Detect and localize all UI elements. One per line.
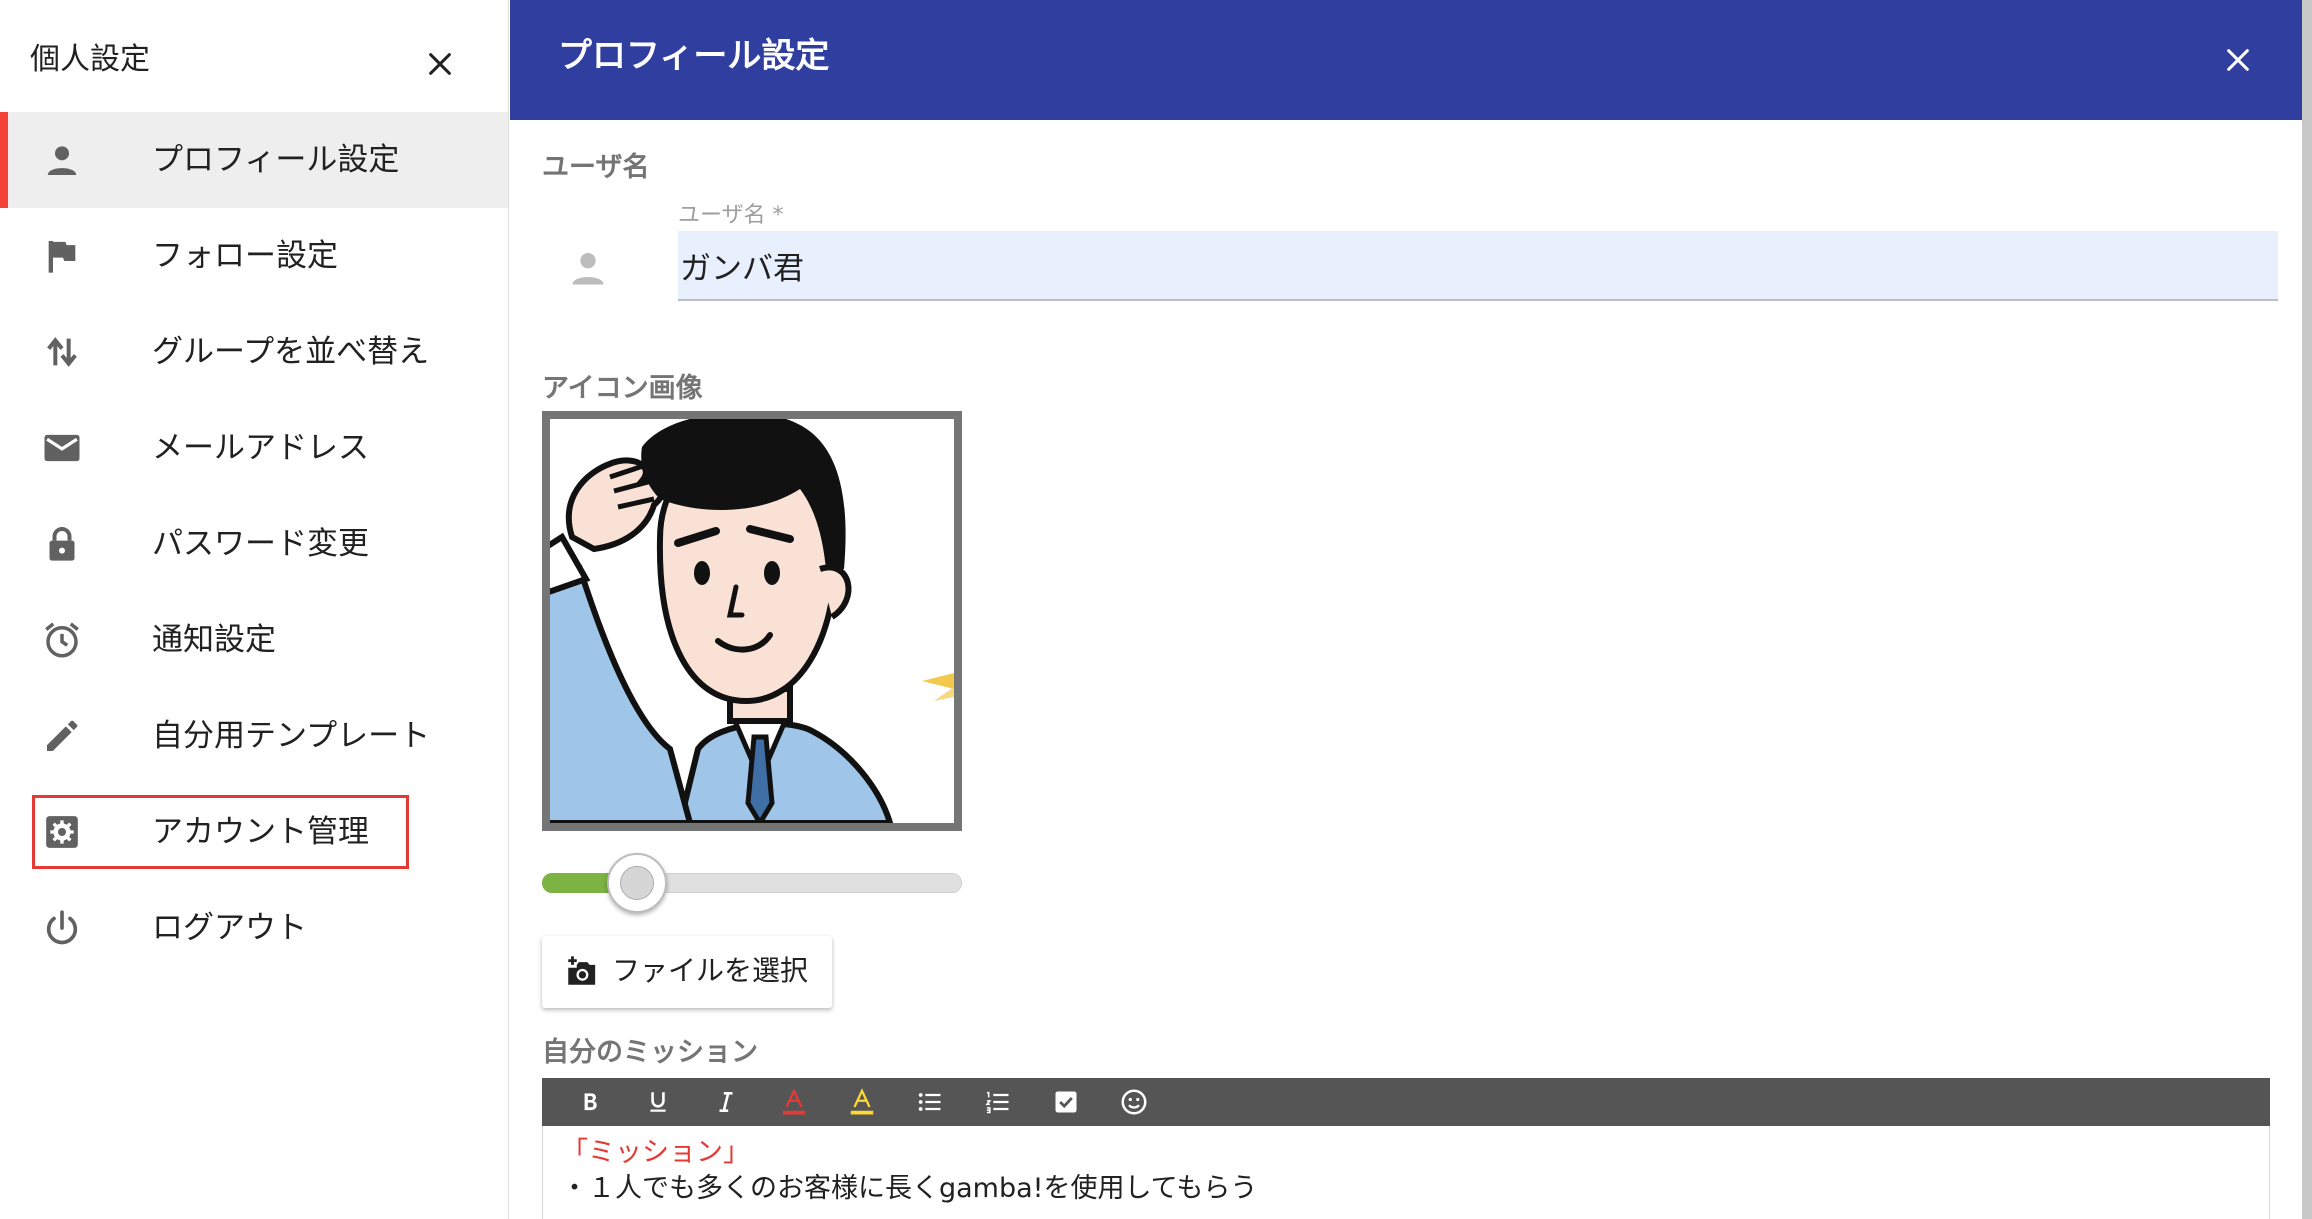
sidebar-close-button[interactable] bbox=[416, 40, 464, 88]
text-color-icon bbox=[782, 1088, 806, 1115]
underline-icon bbox=[650, 1092, 666, 1112]
bulleted-list-button[interactable] bbox=[912, 1084, 948, 1120]
panel-header: プロフィール設定 bbox=[510, 0, 2302, 120]
close-icon bbox=[2227, 49, 2249, 71]
image-zoom-slider[interactable] bbox=[542, 853, 962, 913]
italic-icon bbox=[719, 1092, 733, 1112]
sidebar-item-label: パスワード変更 bbox=[152, 526, 369, 562]
flag-icon bbox=[40, 234, 84, 278]
power-icon bbox=[40, 906, 84, 950]
sidebar-item-follow[interactable]: フォロー設定 bbox=[0, 208, 508, 304]
gear-icon bbox=[40, 810, 84, 854]
slider-thumb[interactable] bbox=[606, 853, 667, 913]
numbered-list-icon bbox=[985, 1091, 1009, 1114]
sidebar-item-label: 自分用テンプレート bbox=[152, 718, 431, 754]
emoji-button[interactable] bbox=[1116, 1084, 1152, 1120]
underline-button[interactable] bbox=[640, 1084, 676, 1120]
select-file-button[interactable]: ファイルを選択 bbox=[542, 936, 832, 1008]
pencil-icon bbox=[40, 714, 84, 758]
sidebar-item-label: プロフィール設定 bbox=[152, 142, 400, 178]
mission-editor[interactable]: 「ミッション」 ・１人でも多くのお客様に長くgamba!を使用してもらう bbox=[542, 1126, 2270, 1219]
lock-icon bbox=[40, 522, 84, 566]
app-root: 個人設定 プロフィール設定 フォロー設定 グループを並べ替え メールアドレス パ… bbox=[0, 0, 2312, 1219]
bold-icon bbox=[584, 1093, 597, 1111]
italic-button[interactable] bbox=[708, 1084, 744, 1120]
username-input[interactable] bbox=[678, 231, 2278, 301]
alarm-icon bbox=[40, 618, 84, 662]
sidebar-item-templates[interactable]: 自分用テンプレート bbox=[0, 688, 508, 784]
username-section-label: ユーザ名 bbox=[542, 152, 650, 183]
mission-section-label: 自分のミッション bbox=[542, 1037, 758, 1068]
editor-toolbar bbox=[542, 1078, 2270, 1126]
sidebar-item-account[interactable]: アカウント管理 bbox=[0, 784, 508, 880]
salute-character-illustration bbox=[550, 419, 954, 823]
bold-button[interactable] bbox=[572, 1084, 608, 1120]
sidebar-item-label: メールアドレス bbox=[152, 430, 369, 466]
sidebar-item-notifications[interactable]: 通知設定 bbox=[0, 592, 508, 688]
user-avatar-icon bbox=[566, 246, 610, 294]
checkbox-button[interactable] bbox=[1048, 1084, 1084, 1120]
sidebar-item-label: ログアウト bbox=[152, 910, 307, 946]
sidebar-header: 個人設定 bbox=[0, 0, 509, 112]
window-scrollbar[interactable] bbox=[2302, 0, 2312, 1219]
highlight-color-button[interactable] bbox=[844, 1084, 880, 1120]
close-icon bbox=[429, 53, 451, 75]
sidebar-item-logout[interactable]: ログアウト bbox=[0, 880, 508, 976]
icon-image-section-label: アイコン画像 bbox=[542, 373, 703, 404]
checkbox-icon bbox=[1055, 1091, 1077, 1113]
bulleted-list-icon bbox=[918, 1093, 941, 1111]
text-color-button[interactable] bbox=[776, 1084, 812, 1120]
numbered-list-button[interactable] bbox=[980, 1084, 1016, 1120]
settings-sidebar: 個人設定 プロフィール設定 フォロー設定 グループを並べ替え メールアドレス パ… bbox=[0, 0, 509, 1219]
slider-thumb-center bbox=[619, 866, 654, 900]
panel-title: プロフィール設定 bbox=[558, 36, 830, 76]
swap-vertical-icon bbox=[40, 330, 84, 374]
person-icon bbox=[40, 138, 84, 182]
profile-settings-panel: プロフィール設定 ユーザ名 ユーザ名 * アイコン画像 bbox=[510, 0, 2302, 1219]
sidebar-menu: プロフィール設定 フォロー設定 グループを並べ替え メールアドレス パスワード変… bbox=[0, 112, 508, 976]
avatar-image-preview bbox=[542, 411, 962, 831]
sidebar-item-label: アカウント管理 bbox=[152, 814, 369, 850]
highlight-color-icon bbox=[850, 1088, 874, 1115]
select-file-label: ファイルを選択 bbox=[612, 955, 809, 986]
mission-body-text: ・１人でも多くのお客様に長くgamba!を使用してもらう bbox=[561, 1173, 1258, 1204]
sidebar-title: 個人設定 bbox=[30, 42, 150, 77]
sidebar-item-sort-groups[interactable]: グループを並べ替え bbox=[0, 304, 508, 400]
emoji-icon bbox=[1121, 1089, 1147, 1115]
panel-close-button[interactable] bbox=[2212, 34, 2264, 86]
username-field-label: ユーザ名 * bbox=[678, 203, 784, 228]
sidebar-item-label: グループを並べ替え bbox=[152, 334, 430, 370]
sidebar-item-email[interactable]: メールアドレス bbox=[0, 400, 508, 496]
sidebar-item-password[interactable]: パスワード変更 bbox=[0, 496, 508, 592]
sidebar-item-profile[interactable]: プロフィール設定 bbox=[0, 112, 508, 208]
sidebar-item-label: 通知設定 bbox=[152, 622, 276, 658]
add-photo-icon bbox=[564, 956, 598, 988]
mail-icon bbox=[40, 426, 84, 470]
mission-heading-text: 「ミッション」 bbox=[561, 1137, 750, 1168]
sidebar-item-label: フォロー設定 bbox=[152, 238, 338, 274]
